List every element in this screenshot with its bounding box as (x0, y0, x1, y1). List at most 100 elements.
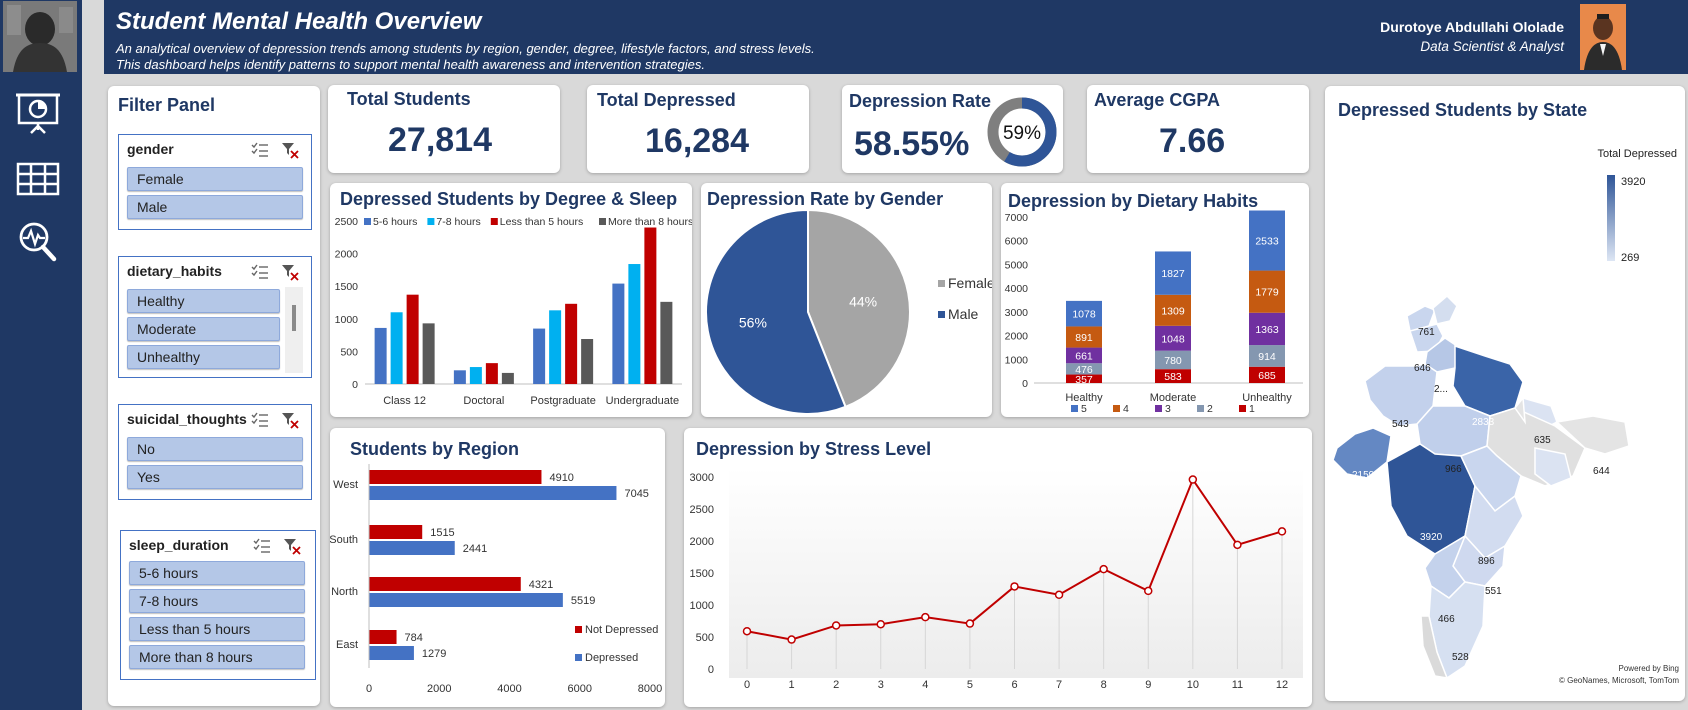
x-tick-label: 10 (1187, 679, 1199, 691)
data-label: 1827 (1161, 268, 1185, 280)
bar (369, 470, 542, 484)
slicer-item-female[interactable]: Female (127, 167, 303, 191)
map-region[interactable] (1432, 294, 1458, 325)
degree-sleep-chart: 0 500 1000 1500 2000 2500 Class 12 Doctoral Post… (335, 216, 692, 407)
multi-select-icon[interactable] (253, 537, 271, 555)
data-label: 1779 (1255, 287, 1279, 299)
gender-slicer: gender Female Male (118, 134, 312, 230)
legend-swatch (1155, 405, 1162, 412)
data-label: 2533 (1255, 236, 1279, 248)
bar (369, 541, 455, 555)
multi-select-icon[interactable] (251, 263, 269, 281)
slicer-item-moderate[interactable]: Moderate (127, 317, 280, 341)
table-icon[interactable] (15, 158, 61, 200)
y-tick-label: 1500 (690, 568, 714, 580)
x-tick-label: 2000 (427, 683, 451, 695)
slicer-item-7-8-hours[interactable]: 7-8 hours (129, 589, 305, 613)
map-label: 2... (1434, 384, 1448, 395)
legend-label: 4 (1123, 403, 1129, 415)
legend-swatch (490, 218, 498, 225)
slicer-item-yes[interactable]: Yes (127, 465, 303, 489)
y-tick-label: 1000 (690, 600, 714, 612)
bar (369, 630, 397, 644)
state-map-title: Depressed Students by State (1338, 100, 1588, 120)
map-label: 646 (1414, 363, 1431, 374)
bar (644, 227, 657, 384)
map-label: 551 (1485, 586, 1502, 597)
clear-filter-icon[interactable] (281, 141, 299, 159)
slicer-item-healthy[interactable]: Healthy (127, 289, 280, 313)
bar (533, 328, 546, 384)
bar (369, 646, 414, 660)
stress-level-chart: 0500100015002000250030000 1 2 3 4 5 6 7 8 9 10 11 12 (690, 468, 1303, 691)
legend-swatch (1071, 405, 1078, 412)
legend-swatch (427, 218, 435, 225)
x-tick-label: 7 (1056, 679, 1062, 691)
map-label: 466 (1438, 614, 1455, 625)
depression-rate-value: 58.55% (854, 125, 970, 163)
multi-select-icon[interactable] (251, 411, 269, 429)
bar (469, 367, 482, 384)
legend-label: Less than 5 hours (500, 216, 583, 228)
bar (406, 294, 419, 384)
y-tick-label: 6000 (1005, 236, 1029, 248)
slicer-item-5-6-hours[interactable]: 5-6 hours (129, 561, 305, 585)
filter-panel-title: Filter Panel (118, 95, 216, 115)
legend-label: Not Depressed (585, 624, 658, 636)
india-choropleth-map[interactable]: 761 646 2... 543 2833 635 966 2159 644 3… (1325, 186, 1685, 686)
slicer-item-more-than-8-hours[interactable]: More than 8 hours (129, 645, 305, 669)
search-analytics-icon[interactable] (15, 220, 61, 262)
slicer-item-unhealthy[interactable]: Unhealthy (127, 345, 280, 369)
x-tick-label: 12 (1276, 679, 1288, 691)
suicidal-thoughts-slicer-title: suicidal_thoughts (127, 411, 247, 427)
legend-label: Male (948, 306, 979, 322)
legend-label: More than 8 hours (608, 216, 692, 228)
map-label: 3920 (1420, 532, 1443, 543)
data-point (1054, 590, 1064, 600)
data-label: 583 (1164, 371, 1182, 383)
subtitle-line-2: This dashboard helps identify patterns t… (116, 57, 705, 72)
slicer-item-no[interactable]: No (127, 437, 303, 461)
data-point (1277, 527, 1287, 536)
gender-slicer-title: gender (127, 141, 174, 157)
slicer-item-male[interactable]: Male (127, 195, 303, 219)
data-label: 1048 (1161, 333, 1185, 345)
presentation-icon[interactable] (15, 92, 61, 134)
total-depressed-label: Total Depressed (597, 90, 736, 110)
x-tick-label: Moderate (1150, 392, 1196, 404)
y-tick-label: 0 (352, 379, 358, 391)
slicer-scrollbar[interactable] (285, 287, 303, 373)
x-tick-label: 9 (1145, 679, 1151, 691)
pie-data-label: 56% (739, 315, 767, 331)
clear-filter-icon[interactable] (281, 263, 299, 281)
y-tick-label: 5000 (1005, 259, 1029, 271)
y-tick-label: 1000 (1005, 354, 1029, 366)
total-students-value: 27,814 (388, 121, 492, 159)
data-label: 784 (405, 632, 423, 644)
slicer-item-less-than-5-hours[interactable]: Less than 5 hours (129, 617, 305, 641)
map-label: 2833 (1472, 417, 1495, 428)
data-point (876, 619, 885, 629)
bar (628, 264, 641, 384)
clear-filter-icon[interactable] (281, 411, 299, 429)
legend-label: Depressed (585, 652, 638, 664)
x-tick-label: 6 (1011, 679, 1017, 691)
bar (612, 283, 625, 384)
author-role: Data Scientist & Analyst (1420, 39, 1564, 54)
bar (565, 303, 578, 384)
y-tick-label: 0 (708, 664, 714, 676)
clear-filter-icon[interactable] (283, 537, 301, 555)
suicidal-thoughts-slicer: suicidal_thoughts No Yes (118, 404, 312, 500)
region-chart: West 4910 7045 South 1515 2441 North 4321 5519 Ea… (330, 464, 662, 695)
legend-swatch (364, 218, 371, 225)
author-photo (1580, 4, 1626, 70)
legend-label: 1 (1249, 403, 1255, 415)
degree-sleep-chart-card: Depressed Students by Degree & Sleep 0 50… (330, 183, 692, 417)
legend-swatch (938, 280, 945, 287)
pie-data-label: 44% (849, 293, 877, 309)
dietary-habits-slicer: dietary_habits Healthy Moderate Unhealth… (118, 256, 312, 378)
y-tick-label: West (333, 479, 358, 491)
multi-select-icon[interactable] (251, 141, 269, 159)
donut-label: 59% (1003, 123, 1041, 144)
map-credit-line-1: Powered by Bing (1618, 664, 1679, 673)
